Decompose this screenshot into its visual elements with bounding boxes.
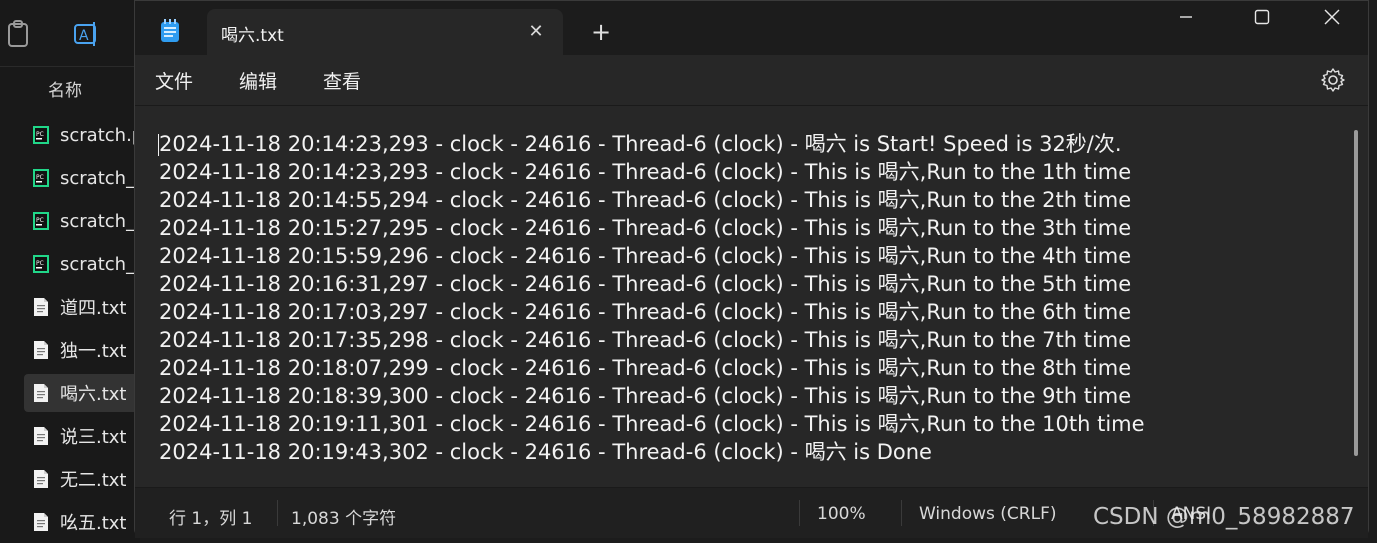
menu-edit[interactable]: 编辑 [239, 67, 277, 94]
gear-icon[interactable] [1320, 67, 1346, 93]
close-tab-icon[interactable]: ✕ [523, 19, 549, 45]
file-list-item[interactable]: 道四.txt [24, 288, 140, 326]
close-window-button[interactable] [1297, 1, 1367, 33]
rename-icon[interactable]: A [72, 18, 100, 50]
file-list-item[interactable]: 喝六.txt [24, 374, 140, 412]
menu-view[interactable]: 查看 [323, 67, 361, 94]
text-line: 2024-11-18 20:14:23,293 - clock - 24616 … [159, 160, 1132, 184]
minimize-button[interactable] [1151, 1, 1221, 33]
title-bar: 喝六.txt ✕ + [135, 1, 1368, 55]
file-list-item[interactable]: PC scratch_ [24, 159, 140, 197]
text-file-icon [34, 513, 48, 531]
file-name: scratch.p [60, 124, 140, 146]
text-line: 2024-11-18 20:14:23,293 - clock - 24616 … [159, 132, 1122, 156]
text-file-icon [34, 341, 48, 359]
cursor-position: 行 1，列 1 [169, 509, 253, 529]
text-line: 2024-11-18 20:14:55,294 - clock - 24616 … [159, 188, 1132, 212]
pycharm-file-icon: PC [33, 169, 49, 187]
text-editor[interactable]: 2024-11-18 20:14:23,293 - clock - 24616 … [135, 105, 1368, 488]
tab-document[interactable]: 喝六.txt ✕ [207, 9, 563, 55]
notepad-app-icon [161, 19, 179, 42]
svg-text:PC: PC [36, 217, 44, 224]
text-line: 2024-11-18 20:19:43,302 - clock - 24616 … [159, 440, 932, 464]
file-name: 无二.txt [60, 470, 127, 491]
file-name: scratch_ [60, 167, 136, 189]
clipboard-icon[interactable] [4, 18, 32, 50]
svg-text:A: A [79, 28, 89, 44]
text-line: 2024-11-18 20:15:59,296 - clock - 24616 … [159, 244, 1132, 268]
text-line: 2024-11-18 20:15:27,295 - clock - 24616 … [159, 216, 1132, 240]
text-content[interactable]: 2024-11-18 20:14:23,293 - clock - 24616 … [159, 130, 1145, 466]
file-name: scratch_2 [60, 210, 140, 232]
file-explorer-panel: A 名称 PC scratch.p PC scratch_ PC scratch_2 PC s… [0, 0, 140, 543]
text-file-icon [34, 427, 48, 445]
text-file-icon [34, 470, 48, 488]
close-icon [1324, 9, 1340, 25]
menu-bar: 文件 编辑 查看 [135, 55, 1368, 105]
menu-file[interactable]: 文件 [155, 67, 193, 94]
file-list-item[interactable]: PC scratch_3 [24, 245, 140, 283]
text-line: 2024-11-18 20:18:39,300 - clock - 24616 … [159, 384, 1132, 408]
file-list-item[interactable]: 吆五.txt [24, 503, 140, 541]
watermark: CSDN @m0_58982887 [1093, 504, 1355, 530]
text-line: 2024-11-18 20:16:31,297 - clock - 24616 … [159, 272, 1132, 296]
file-name: 吆五.txt [60, 513, 127, 534]
svg-text:PC: PC [36, 174, 44, 181]
maximize-button[interactable] [1227, 1, 1297, 33]
character-count: 1,083 个字符 [291, 509, 397, 529]
text-line: 2024-11-18 20:17:03,297 - clock - 24616 … [159, 300, 1132, 324]
pycharm-file-icon: PC [33, 255, 49, 273]
file-list-item[interactable]: PC scratch.p [24, 116, 140, 154]
text-line: 2024-11-18 20:19:11,301 - clock - 24616 … [159, 412, 1145, 436]
file-list-item[interactable]: PC scratch_2 [24, 202, 140, 240]
svg-text:PC: PC [36, 260, 44, 267]
zoom-level[interactable]: 100% [817, 504, 866, 524]
text-file-icon [34, 384, 48, 402]
line-ending[interactable]: Windows (CRLF) [919, 504, 1057, 524]
maximize-icon [1254, 9, 1270, 25]
notepad-window: 喝六.txt ✕ + 文件 编辑 查看 2024-11-18 20:14:23,… [134, 0, 1369, 538]
text-line: 2024-11-18 20:18:07,299 - clock - 24616 … [159, 356, 1132, 380]
minimize-icon [1180, 16, 1192, 18]
new-tab-button[interactable]: + [587, 19, 615, 47]
file-list-item[interactable]: 独一.txt [24, 331, 140, 369]
file-list-item[interactable]: 无二.txt [24, 460, 140, 498]
pycharm-file-icon: PC [33, 126, 49, 144]
svg-text:PC: PC [36, 131, 44, 138]
file-name: 独一.txt [60, 341, 127, 362]
pycharm-file-icon: PC [33, 212, 49, 230]
file-name: scratch_3 [60, 253, 140, 275]
vertical-scrollbar[interactable] [1354, 130, 1358, 456]
file-list-item[interactable]: 说三.txt [24, 417, 140, 455]
file-name: 喝六.txt [60, 384, 127, 405]
file-name: 说三.txt [60, 427, 127, 448]
text-line: 2024-11-18 20:17:35,298 - clock - 24616 … [159, 328, 1132, 352]
column-header-name[interactable]: 名称 [48, 76, 82, 101]
tab-title: 喝六.txt [221, 26, 284, 46]
file-name: 道四.txt [60, 298, 127, 319]
text-file-icon [34, 298, 48, 316]
